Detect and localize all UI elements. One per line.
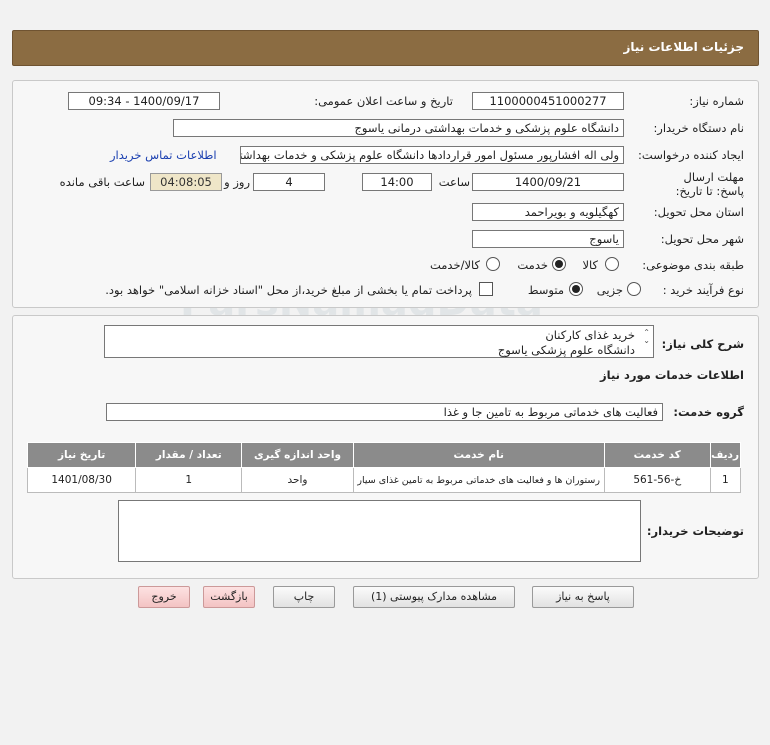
province-label: استان محل تحویل: — [653, 205, 744, 219]
summary-line-2: دانشگاه علوم پزشکی یاسوج — [497, 343, 635, 357]
services-section-title: اطلاعات خدمات مورد نیاز — [600, 368, 744, 382]
view-attachments-button[interactable]: مشاهده مدارک پیوستی (1) — [353, 586, 515, 608]
col-header-service-name: نام خدمت — [352, 442, 605, 468]
cell-unit: واحد — [241, 467, 354, 493]
buyer-contact-link[interactable]: اطلاعات تماس خریدار — [110, 148, 217, 162]
services-table: ردیف کد خدمت نام خدمت واحد اندازه گیری ت… — [26, 442, 742, 493]
buyer-notes-label: توضیحات خریدار: — [646, 524, 744, 538]
page-title: جزئیات اطلاعات نیاز — [623, 40, 744, 54]
table-row: 1 خ-56-561 رستوران ها و فعالیت های خدمات… — [26, 467, 742, 493]
summary-line-1: خرید غذای کارکنان — [545, 328, 635, 342]
category-radio-goods-service[interactable] — [486, 257, 500, 271]
buyer-org-label: نام دستگاه خریدار: — [653, 121, 744, 135]
category-option-service: خدمت — [517, 258, 548, 272]
remaining-time-field: 04:08:05 — [150, 173, 222, 191]
remaining-time-label: ساعت باقی مانده — [59, 175, 145, 189]
city-label: شهر محل تحویل: — [660, 232, 744, 246]
exit-button[interactable]: خروج — [138, 586, 190, 608]
summary-field: خرید غذای کارکنان دانشگاه علوم پزشکی یاس… — [104, 325, 654, 358]
process-label: نوع فرآیند خرید : — [662, 283, 744, 297]
cell-need-date: 1401/08/30 — [26, 467, 137, 493]
treasury-payment-note: پرداخت تمام یا بخشی از مبلغ خرید،از محل … — [105, 283, 472, 297]
cell-service-code: خ-56-561 — [603, 467, 711, 493]
deadline-date-field: 1400/09/21 — [472, 173, 624, 191]
table-header-row: ردیف کد خدمت نام خدمت واحد اندازه گیری ت… — [26, 442, 742, 468]
process-option-minor: جزیی — [596, 283, 623, 297]
announce-label: تاریخ و ساعت اعلان عمومی: — [314, 94, 453, 108]
page-header: جزئیات اطلاعات نیاز — [12, 30, 759, 66]
announce-field: 1400/09/17 - 09:34 — [68, 92, 220, 110]
buyer-org-field: دانشگاه علوم پزشکی و خدمات بهداشتی درمان… — [173, 119, 624, 137]
deadline-time-label: ساعت — [438, 175, 470, 189]
category-radio-goods[interactable] — [605, 257, 619, 271]
requester-field: ولی اله افشارپور مسئول امور قراردادها دا… — [240, 146, 624, 164]
process-radio-minor[interactable] — [627, 282, 641, 296]
reply-to-need-button[interactable]: پاسخ به نیاز — [532, 586, 634, 608]
requester-label: ایجاد کننده درخواست: — [638, 148, 744, 162]
process-option-medium: متوسط — [527, 283, 564, 297]
deadline-label: مهلت ارسال پاسخ: تا تاریخ: — [675, 170, 744, 198]
need-info-panel — [12, 80, 759, 308]
col-header-row-number: ردیف — [709, 442, 742, 468]
need-number-field: 1100000451000277 — [472, 92, 624, 110]
cell-quantity: 1 — [135, 467, 243, 493]
buyer-notes-field — [118, 500, 641, 562]
col-header-service-code: کد خدمت — [603, 442, 711, 468]
category-radio-service[interactable] — [552, 257, 566, 271]
summary-label: شرح کلی نیاز: — [661, 337, 744, 351]
service-group-field: فعالیت های خدماتی مربوط به تامین جا و غذ… — [106, 403, 663, 421]
print-button[interactable]: چاپ — [273, 586, 335, 608]
summary-resize-icon: ⌃ ⌄ — [643, 328, 650, 345]
col-header-need-date: تاریخ نیاز — [26, 442, 137, 468]
process-radio-medium[interactable] — [569, 282, 583, 296]
deadline-time-field: 14:00 — [362, 173, 432, 191]
category-label: طبقه بندی موضوعی: — [642, 258, 744, 272]
province-field: کهگیلویه و بویراحمد — [472, 203, 624, 221]
city-field: یاسوج — [472, 230, 624, 248]
cell-service-name: رستوران ها و فعالیت های خدماتی مربوط به … — [352, 467, 605, 493]
need-number-label: شماره نیاز: — [689, 94, 744, 108]
service-group-label: گروه خدمت: — [673, 405, 744, 419]
col-header-quantity: تعداد / مقدار — [135, 442, 243, 468]
category-option-goods-service: کالا/خدمت — [429, 258, 480, 272]
deadline-days-label: روز و — [224, 175, 250, 189]
col-header-unit: واحد اندازه گیری — [241, 442, 354, 468]
category-option-goods: کالا — [582, 258, 598, 272]
back-button[interactable]: بازگشت — [203, 586, 255, 608]
cell-row-number: 1 — [709, 467, 742, 493]
treasury-payment-checkbox[interactable] — [479, 282, 493, 296]
deadline-days-field: 4 — [253, 173, 325, 191]
